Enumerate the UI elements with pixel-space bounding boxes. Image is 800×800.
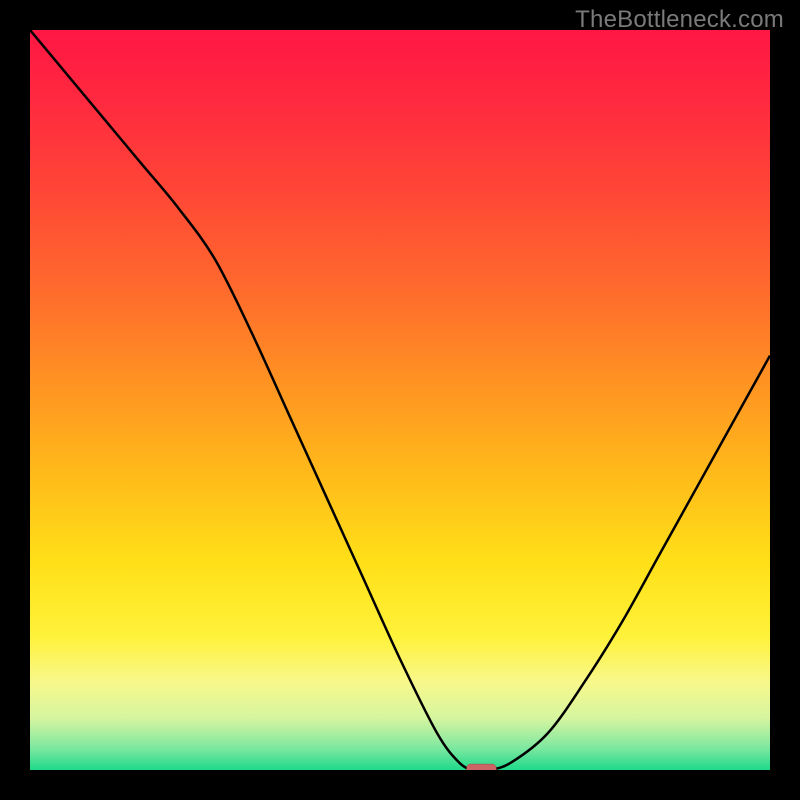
plot-area — [30, 30, 770, 770]
chart-svg — [30, 30, 770, 770]
optimal-marker — [467, 764, 497, 770]
chart-frame: TheBottleneck.com — [0, 0, 800, 800]
